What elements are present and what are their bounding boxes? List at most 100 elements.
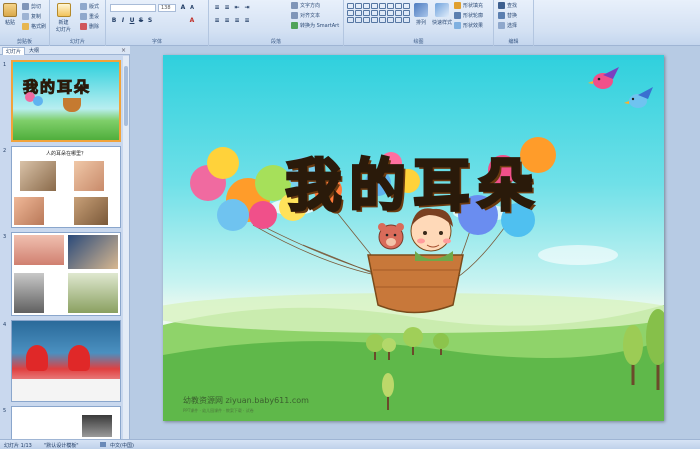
shadow-button[interactable]: S xyxy=(146,17,154,25)
hot-air-basket xyxy=(367,254,464,314)
editing-label: 编辑 xyxy=(508,39,519,45)
strikethrough-button[interactable]: S xyxy=(137,17,145,25)
thumbnail-slide-2[interactable]: 人的耳朵在哪里？ xyxy=(11,146,121,228)
close-panel-icon[interactable]: × xyxy=(121,47,126,54)
text-direction-icon xyxy=(291,2,298,9)
drawing-group: 排列 快速样式 形状填充 形状轮廓 形状效果 绘图 xyxy=(344,0,494,46)
new-slide-icon xyxy=(56,3,71,17)
reset-icon xyxy=(80,13,87,20)
thumbnail-title: 人的耳朵在哪里？ xyxy=(45,151,86,157)
cursor-icon xyxy=(498,22,505,29)
new-slide-button[interactable]: 新建 幻灯片 xyxy=(56,3,71,33)
find-button[interactable]: 查找 xyxy=(498,2,517,9)
delete-icon xyxy=(80,23,87,30)
text-direction-button[interactable]: 文字方向 xyxy=(291,2,320,9)
copy-button[interactable]: 复制 xyxy=(22,13,41,20)
editing-group: 查找 替换 选择 编辑 xyxy=(494,0,534,46)
align-right-button[interactable]: ≡ xyxy=(233,17,241,25)
bird-icon xyxy=(588,67,653,108)
thumbnail-number: 1 xyxy=(3,62,7,68)
slides-label: 幻灯片 xyxy=(69,39,85,45)
align-left-button[interactable]: ≡ xyxy=(213,17,221,25)
arrange-button[interactable]: 排列 xyxy=(414,3,428,26)
clipboard-label: 剪贴板 xyxy=(16,39,32,45)
font-label: 字体 xyxy=(151,39,162,45)
underline-button[interactable]: U xyxy=(128,17,136,25)
arrange-icon xyxy=(414,3,428,17)
bold-button[interactable]: B xyxy=(110,17,118,25)
align-text-button[interactable]: 对齐文本 xyxy=(291,12,320,19)
slides-group: 新建 幻灯片 版式 重设 删除 幻灯片 xyxy=(50,0,106,46)
teddy-bear xyxy=(378,223,404,250)
thumbnail-slide-3[interactable] xyxy=(11,232,121,316)
format-painter-button[interactable]: 格式刷 xyxy=(22,23,46,30)
reset-button[interactable]: 重设 xyxy=(80,13,99,20)
thumbnail-number: 2 xyxy=(3,148,7,154)
paste-button[interactable]: 粘贴 xyxy=(3,3,17,26)
tab-slides[interactable]: 幻灯片 xyxy=(2,47,26,55)
thumbnail-slide-4[interactable] xyxy=(11,320,121,402)
layout-button[interactable]: 版式 xyxy=(80,3,99,10)
smartart-icon xyxy=(291,22,298,29)
shape-effects-button[interactable]: 形状效果 xyxy=(454,22,483,29)
paste-icon xyxy=(3,3,17,17)
thumbnail-number: 5 xyxy=(3,408,7,414)
effects-icon xyxy=(454,22,461,29)
smartart-button[interactable]: 转换为 SmartArt xyxy=(291,22,339,29)
language: 中文(中国) xyxy=(110,443,134,449)
align-text-icon xyxy=(291,12,298,19)
tab-outline[interactable]: 大纲 xyxy=(26,47,42,55)
thumbnail-number: 3 xyxy=(3,234,7,240)
paragraph-label: 段落 xyxy=(270,39,281,45)
shrink-font-button[interactable]: A xyxy=(188,4,196,12)
font-size-combo[interactable]: 138 xyxy=(158,4,176,12)
select-button[interactable]: 选择 xyxy=(498,22,517,29)
pen-icon xyxy=(454,12,461,19)
font-name-combo[interactable] xyxy=(110,4,156,12)
font-group: 138 A A B I U S S A 字体 xyxy=(106,0,209,46)
shape-outline-button[interactable]: 形状轮廓 xyxy=(454,12,483,19)
ribbon: 粘贴 剪切 复制 格式刷 剪贴板 新建 幻灯片 版式 重设 删除 幻灯片 138… xyxy=(0,0,700,46)
paint-bucket-icon xyxy=(454,2,461,9)
align-center-button[interactable]: ≡ xyxy=(223,17,231,25)
grow-font-button[interactable]: A xyxy=(179,4,187,12)
italic-button[interactable]: I xyxy=(119,17,127,25)
watermark-text: 幼教资源网 ziyuan.baby611.com PPT课件 · 幼儿园课件 ·… xyxy=(183,396,309,413)
thumbnail-slide-1[interactable]: 我的耳朵 xyxy=(11,60,121,142)
shapes-gallery[interactable] xyxy=(347,3,410,23)
spellcheck-icon[interactable] xyxy=(100,442,106,447)
status-bar: 幻灯片 1/13 "默认设计模板" 中文(中国) xyxy=(0,439,700,449)
numbering-button[interactable]: ≡ xyxy=(223,4,231,12)
font-color-button[interactable]: A xyxy=(188,17,196,25)
quick-styles-button[interactable]: 快速样式 xyxy=(432,3,452,26)
slide-illustration xyxy=(163,67,664,421)
thumbnail-number: 4 xyxy=(3,322,7,328)
clipboard-group: 粘贴 剪切 复制 格式刷 剪贴板 xyxy=(0,0,50,46)
cut-button[interactable]: 剪切 xyxy=(22,3,41,10)
increase-indent-button[interactable]: ⇥ xyxy=(243,4,251,12)
thumbnail-slide-5[interactable] xyxy=(11,406,121,439)
panel-scrollbar[interactable] xyxy=(123,56,129,439)
scrollbar-thumb[interactable] xyxy=(124,66,128,126)
drawing-label: 绘图 xyxy=(413,39,424,45)
binoculars-icon xyxy=(498,2,505,9)
panel-tabs: 幻灯片 大纲 × xyxy=(0,46,130,55)
slides-panel: 幻灯片 大纲 × 1 我的耳朵 2 人的耳朵在哪里？ 3 4 5 xyxy=(0,46,130,439)
shape-fill-button[interactable]: 形状填充 xyxy=(454,2,483,9)
paragraph-group: ≡ ≡ ⇤ ⇥ ≡ ≡ ≡ ≡ 文字方向 对齐文本 转换为 SmartArt 段… xyxy=(209,0,344,46)
replace-button[interactable]: 替换 xyxy=(498,12,517,19)
thumbnail-list: 1 我的耳朵 2 人的耳朵在哪里？ 3 4 5 xyxy=(0,56,124,439)
slide-count: 幻灯片 1/13 xyxy=(4,443,32,449)
scissors-icon xyxy=(22,3,29,10)
theme-name: "默认设计模板" xyxy=(44,443,79,449)
layout-icon xyxy=(80,3,87,10)
quick-styles-icon xyxy=(435,3,449,17)
decrease-indent-button[interactable]: ⇤ xyxy=(233,4,241,12)
bullets-button[interactable]: ≡ xyxy=(213,4,221,12)
replace-icon xyxy=(498,12,505,19)
slide-title[interactable]: 我的耳朵 xyxy=(163,141,664,222)
justify-button[interactable]: ≡ xyxy=(243,17,251,25)
delete-slide-button[interactable]: 删除 xyxy=(80,23,99,30)
copy-icon xyxy=(22,13,29,20)
slide-canvas[interactable]: 我的耳朵 幼教资源网 ziyuan.baby611.com PPT课件 · 幼儿… xyxy=(163,55,664,421)
